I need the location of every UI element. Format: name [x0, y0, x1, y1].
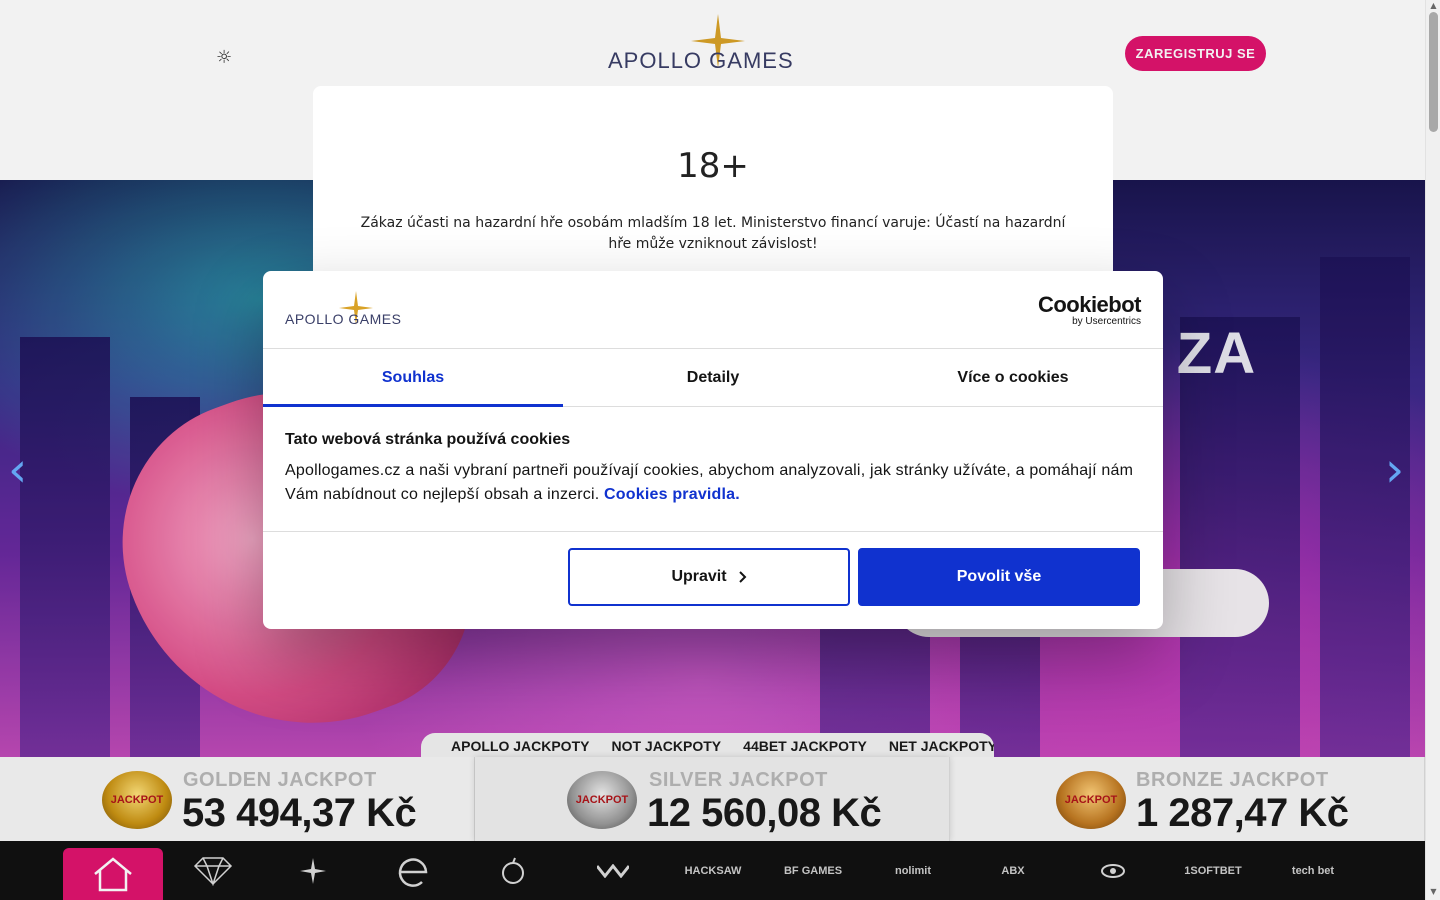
page-scrollbar[interactable]: ▲ ▼	[1425, 0, 1440, 900]
tab-vice-o-cookies[interactable]: Více o cookies	[863, 349, 1163, 406]
cookie-text: Apollogames.cz a naši vybraní partneři p…	[285, 459, 1141, 507]
cookie-consent-dialog: APOLLO GAMES Cookiebot by Usercentrics S…	[263, 271, 1163, 629]
scroll-up-icon[interactable]: ▲	[1429, 2, 1438, 10]
age-title: 18+	[677, 146, 749, 186]
cookiebot-brand: Cookiebot	[1037, 292, 1142, 317]
svg-text:APOLLO GAMES: APOLLO GAMES	[285, 311, 401, 327]
tab-souhlas[interactable]: Souhlas	[263, 349, 563, 407]
cookiebot-logo[interactable]: Cookiebot by Usercentrics	[1037, 292, 1142, 327]
cookie-footer: Upravit Povolit vše	[263, 531, 1163, 629]
cookie-tabs: Souhlas Detaily Více o cookies	[263, 349, 1163, 407]
cookie-body: Tato webová stránka používá cookies Apol…	[285, 431, 1141, 507]
cookiebot-brand-sub: by Usercentrics	[1072, 316, 1141, 327]
chevron-right-icon	[738, 571, 746, 583]
scroll-down-icon[interactable]: ▼	[1429, 888, 1438, 896]
cookie-heading: Tato webová stránka používá cookies	[285, 431, 571, 448]
apollo-games-logo: APOLLO GAMES	[285, 291, 401, 327]
age-warning-text: Zákaz účasti na hazardní hře osobám mlad…	[360, 215, 1066, 252]
allow-all-button[interactable]: Povolit vše	[858, 548, 1140, 606]
customize-button[interactable]: Upravit	[568, 548, 850, 606]
scroll-thumb[interactable]	[1429, 12, 1438, 132]
cookie-policy-link[interactable]: Cookies pravidla.	[604, 486, 740, 503]
customize-label: Upravit	[671, 568, 727, 585]
cookie-dialog-header: APOLLO GAMES Cookiebot by Usercentrics	[263, 271, 1163, 349]
tab-detaily[interactable]: Detaily	[563, 349, 863, 406]
